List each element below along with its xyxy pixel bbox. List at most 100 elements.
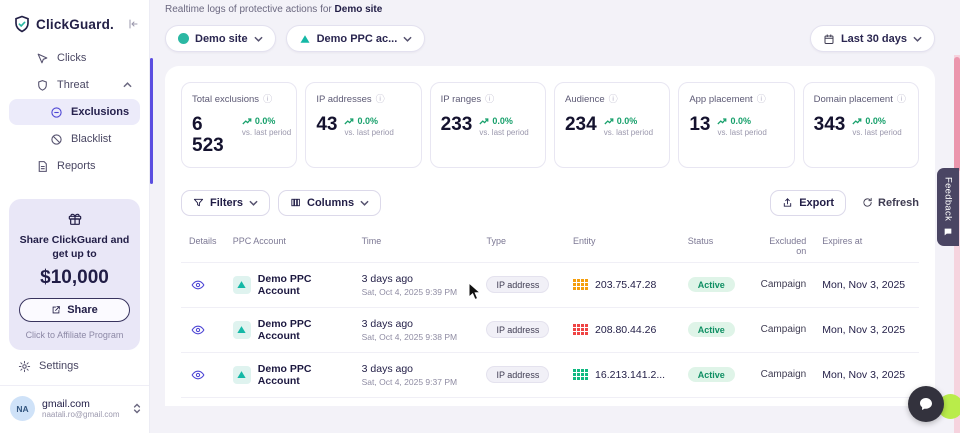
view-details-button[interactable] [189,321,207,339]
trend-up-icon [604,118,614,125]
stat-label: App placement [689,94,752,105]
export-button[interactable]: Export [770,190,846,216]
report-document-icon [35,159,49,173]
sidebar-item-blacklist[interactable]: Blacklist [9,126,140,152]
info-icon[interactable]: ⓘ [485,95,494,104]
scrollbar-thumb[interactable] [954,57,960,172]
stat-card-audience: Audience ⓘ 234 0.0% vs. last period [554,82,670,168]
promo-amount: $10,000 [19,267,130,289]
sidebar-scrollbar-thumb[interactable] [150,58,153,184]
stat-value: 13 [689,115,710,136]
clickguard-app: ClickGuard. Clicks Threat [0,0,960,433]
nav-label: Clicks [57,52,132,64]
sidebar-item-settings[interactable]: Settings [9,353,140,379]
ip-flag-icon [573,324,588,335]
cursor-click-icon [35,51,49,65]
share-button[interactable]: Share [19,298,130,322]
external-link-icon [51,305,61,315]
stat-card-app-placement: App placementⓘ 13 0.0% vs. last period [678,82,794,168]
refresh-label: Refresh [878,197,919,209]
sidebar-item-threat[interactable]: Threat [9,72,140,98]
sidebar-collapse-button[interactable] [127,18,139,30]
circle-minus-icon [49,105,63,119]
stat-sub: vs. last period [852,128,901,137]
trend-up-icon [344,118,354,125]
stat-delta: 0.0% [255,116,276,126]
account-name: Demo PPC Account [258,273,346,297]
view-details-button[interactable] [189,366,207,384]
stat-delta: 0.0% [357,116,378,126]
info-icon[interactable]: ⓘ [263,95,272,104]
columns-icon [290,197,301,208]
account-name: Demo PPC Account [258,318,346,342]
chevron-up-icon [123,82,132,88]
trend-up-icon [852,118,862,125]
table-row: Demo PPC Account 3 days agoSat, Oct 4, 2… [181,307,919,352]
promo-line-2: get up to [19,247,130,261]
stat-sub: vs. last period [604,128,653,137]
stat-value: 343 [814,115,846,136]
filter-row: Demo site Demo PPC ac... Last 30 days [165,25,935,52]
view-details-button[interactable] [189,276,207,294]
stat-label: Audience [565,94,605,105]
stat-sub: vs. last period [479,128,528,137]
column-header-expires-at: Expires at [814,230,919,263]
expires-at-value: Mon, Nov 3, 2025 [814,352,919,397]
avatar: NA [10,396,35,421]
sidebar-item-clicks[interactable]: Clicks [9,45,140,71]
time-relative: 3 days ago [362,363,471,375]
logo-text: ClickGuard. [36,17,114,32]
stat-sub: vs. last period [242,128,286,137]
column-header-entity: Entity [565,230,680,263]
user-email: naatali.ro@gmail.com [42,410,126,419]
settings-wrap: Settings [0,353,149,385]
filters-button[interactable]: Filters [181,190,270,216]
stat-sub: vs. last period [344,128,393,137]
shield-icon [35,78,49,92]
subtitle-site-name: Demo site [335,4,383,15]
feedback-tab[interactable]: Feedback [937,168,959,246]
chevron-down-icon [254,36,263,42]
date-range-dropdown[interactable]: Last 30 days [810,25,935,52]
sidebar-item-exclusions[interactable]: Exclusions [9,99,140,125]
info-icon[interactable]: ⓘ [897,95,906,104]
funnel-icon [193,197,204,208]
nav-label: Exclusions [71,106,132,118]
refresh-icon [862,197,873,208]
info-icon[interactable]: ⓘ [376,95,385,104]
ip-flag-icon [573,369,588,380]
info-icon[interactable]: ⓘ [609,95,618,104]
page-subtitle: Realtime logs of protective actions for … [165,4,935,15]
column-header-type: Type [478,230,565,263]
account-name: Demo PPC Account [258,363,346,387]
logs-panel: Total exclusionsⓘ 6 523 0.0% vs. last pe… [165,66,935,406]
refresh-button[interactable]: Refresh [862,197,919,209]
excluded-on-value: Campaign [752,262,814,307]
date-range-label: Last 30 days [841,33,907,45]
info-icon[interactable]: ⓘ [757,95,766,104]
ppc-account-filter-dropdown[interactable]: Demo PPC ac... [286,25,426,52]
trend-up-icon [242,118,252,125]
stat-value: 43 [316,115,337,136]
promo-line-1: Share ClickGuard and [19,233,130,247]
stat-value: 234 [565,115,597,136]
sidebar-item-reports[interactable]: Reports [9,153,140,179]
user-account-menu[interactable]: NA gmail.com naatali.ro@gmail.com [0,385,149,433]
time-absolute: Sat, Oct 4, 2025 9:38 PM [362,332,471,342]
time-absolute: Sat, Oct 4, 2025 9:37 PM [362,377,471,387]
columns-button[interactable]: Columns [278,190,381,216]
status-badge: Active [688,277,735,292]
entity-value: 203.75.47.28 [595,279,656,291]
status-badge: Active [688,367,735,382]
chat-launcher-button[interactable] [908,386,944,422]
nav-label: Threat [57,79,115,91]
column-header-excluded-on: Excluded on [752,230,814,263]
logo-row: ClickGuard. [0,0,149,43]
stat-delta: 0.0% [617,116,638,126]
site-filter-dropdown[interactable]: Demo site [165,25,276,52]
excluded-on-value: Campaign [752,307,814,352]
trend-up-icon [479,118,489,125]
affiliate-program-link[interactable]: Click to Affiliate Program [19,330,130,340]
expires-at-value: Mon, Nov 3, 2025 [814,262,919,307]
nav-label: Settings [39,360,132,372]
